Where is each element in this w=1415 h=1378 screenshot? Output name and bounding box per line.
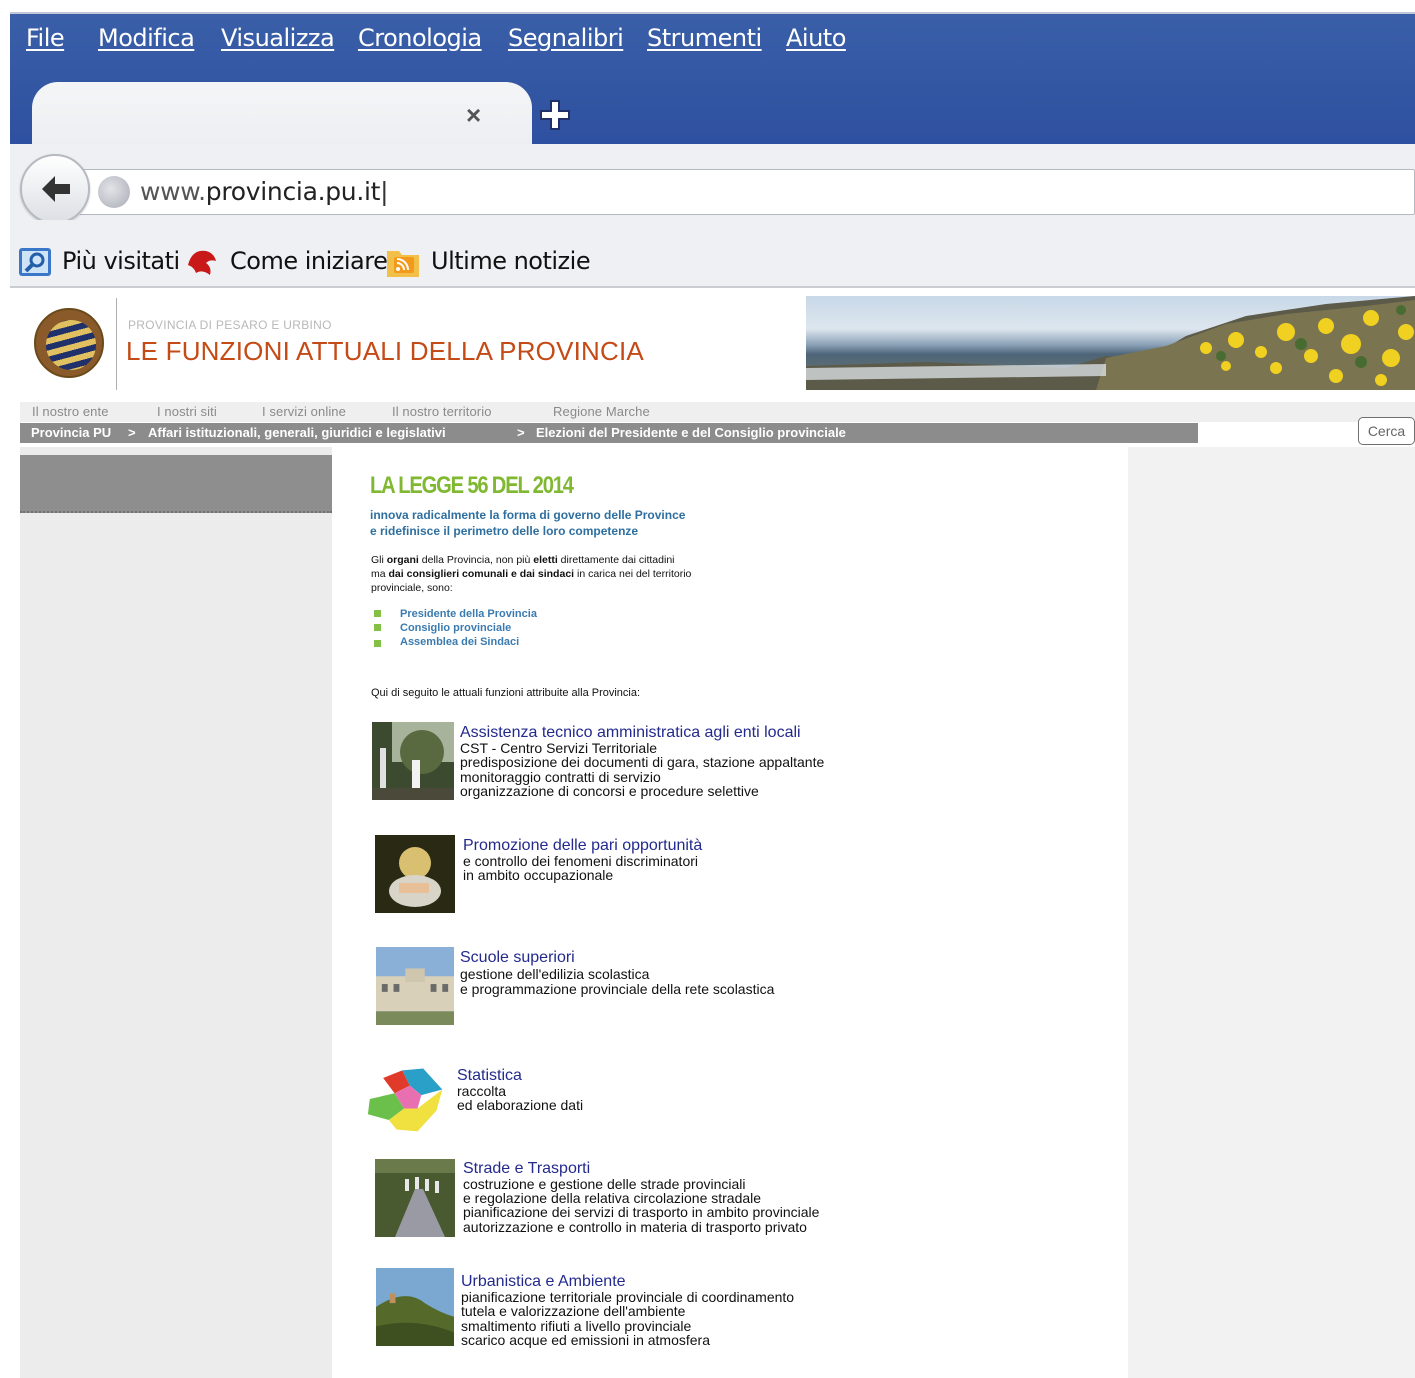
breadcrumb-separator: > <box>128 425 136 440</box>
menu-strumenti[interactable]: Strumenti <box>647 24 762 54</box>
search-button[interactable]: Cerca <box>1358 417 1415 445</box>
statistics-map-image <box>367 1068 443 1132</box>
menu-segnalibri[interactable]: Segnalibri <box>508 24 624 54</box>
top-navigation <box>20 402 1415 422</box>
sidebar <box>20 447 332 1378</box>
roads-image <box>375 1159 455 1237</box>
rss-icon <box>387 251 419 277</box>
bookmark-piu-visitati[interactable]: Più visitati <box>62 247 180 275</box>
function-line: e programmazione provinciale della rete … <box>460 981 775 997</box>
breadcrumb-provincia-pu[interactable]: Provincia PU <box>31 425 111 440</box>
organ-assemblea[interactable]: Assemblea dei Sindaci <box>400 636 519 648</box>
organ-presidente[interactable]: Presidente della Provincia <box>400 608 537 620</box>
browser-tab[interactable] <box>32 82 532 148</box>
law-title: LA LEGGE 56 DEL 2014 <box>370 472 574 499</box>
breadcrumb-affari-istituzionali[interactable]: Affari istituzionali, generali, giuridic… <box>148 425 446 440</box>
function-line: in ambito occupazionale <box>463 867 614 883</box>
sidebar-header <box>20 455 332 513</box>
assistance-image <box>372 722 454 800</box>
organs-intro-line: provinciale, sono: <box>371 582 453 594</box>
browser-chrome: File Modifica Visualizza Cronologia Segn… <box>10 12 1415 290</box>
magnifier-icon <box>19 248 51 276</box>
screenshot-frame: File Modifica Visualizza Cronologia Segn… <box>0 0 1415 1378</box>
bookmark-ultime-notizie[interactable]: Ultime notizie <box>431 247 591 275</box>
dragon-icon <box>188 250 216 275</box>
organs-intro-line: ma dai consiglieri comunali e dai sindac… <box>371 568 692 580</box>
menu-cronologia[interactable]: Cronologia <box>358 24 482 54</box>
back-arrow-icon <box>42 176 70 202</box>
search-input[interactable] <box>1198 423 1358 443</box>
menu-file[interactable]: File <box>26 24 65 54</box>
nav-il-nostro-territorio[interactable]: Il nostro territorio <box>392 404 492 419</box>
breadcrumb-separator: > <box>517 425 525 440</box>
function-line: predisposizione dei documenti di gara, s… <box>460 754 825 770</box>
bookmarks-toolbar <box>10 220 1415 288</box>
back-button[interactable] <box>20 154 90 224</box>
function-line: organizzazione di concorsi e procedure s… <box>460 783 759 799</box>
bullet-icon <box>374 640 381 647</box>
menu-modifica[interactable]: Modifica <box>98 24 195 54</box>
plus-icon[interactable] <box>538 98 572 132</box>
function-line: tutela e valorizzazione dell'ambiente <box>461 1303 686 1319</box>
right-column <box>1128 447 1415 1378</box>
function-line: scarico acque ed emissioni in atmosfera <box>461 1332 711 1348</box>
function-line: pianificazione dei servizi di trasporto … <box>463 1204 820 1220</box>
province-name: PROVINCIA DI PESARO E URBINO <box>128 318 332 332</box>
function-line: ed elaborazione dati <box>457 1097 584 1113</box>
nav-i-servizi-online[interactable]: I servizi online <box>262 404 346 419</box>
law-subtitle: e ridefinisce il perimetro delle loro co… <box>370 524 639 538</box>
bullet-icon <box>374 624 381 631</box>
bookmark-come-iniziare[interactable]: Come iniziare <box>230 247 388 275</box>
function-title-scuole[interactable]: Scuole superiori <box>460 949 575 967</box>
function-line: autorizzazione e controllo in materia di… <box>463 1219 807 1235</box>
page-title: LE FUNZIONI ATTUALI DELLA PROVINCIA <box>126 336 644 366</box>
equal-opportunity-image <box>375 835 455 913</box>
breadcrumb-elezioni[interactable]: Elezioni del Presidente e del Consiglio … <box>536 425 846 440</box>
close-icon[interactable]: × <box>466 100 481 131</box>
bullet-icon <box>374 610 381 617</box>
globe-icon <box>98 176 130 208</box>
organ-consiglio[interactable]: Consiglio provinciale <box>400 622 511 634</box>
functions-intro: Qui di seguito le attuali funzioni attri… <box>371 687 641 699</box>
organs-intro-line: Gli organi della Provincia, non più elet… <box>371 554 675 566</box>
url-domain: provincia.pu.it <box>205 177 381 206</box>
url-text[interactable]: www.provincia.pu.it| <box>140 177 389 206</box>
url-prefix: www. <box>140 177 206 206</box>
header-banner-image <box>806 296 1415 390</box>
menu-bar: File Modifica Visualizza Cronologia Segn… <box>10 12 1415 148</box>
function-line: gestione dell'edilizia scolastica <box>460 966 650 982</box>
nav-il-nostro-ente[interactable]: Il nostro ente <box>32 404 109 419</box>
school-image <box>376 947 454 1025</box>
header-divider <box>116 298 117 390</box>
nav-i-nostri-siti[interactable]: I nostri siti <box>157 404 217 419</box>
menu-visualizza[interactable]: Visualizza <box>221 24 335 54</box>
nav-regione-marche[interactable]: Regione Marche <box>553 404 650 419</box>
menu-aiuto[interactable]: Aiuto <box>786 24 846 54</box>
coat-of-arms-icon <box>46 320 96 370</box>
web-page: PROVINCIA DI PESARO E URBINO LE FUNZIONI… <box>20 292 1415 1378</box>
landscape-image <box>376 1268 454 1346</box>
law-subtitle: innova radicalmente la forma di governo … <box>370 508 686 522</box>
